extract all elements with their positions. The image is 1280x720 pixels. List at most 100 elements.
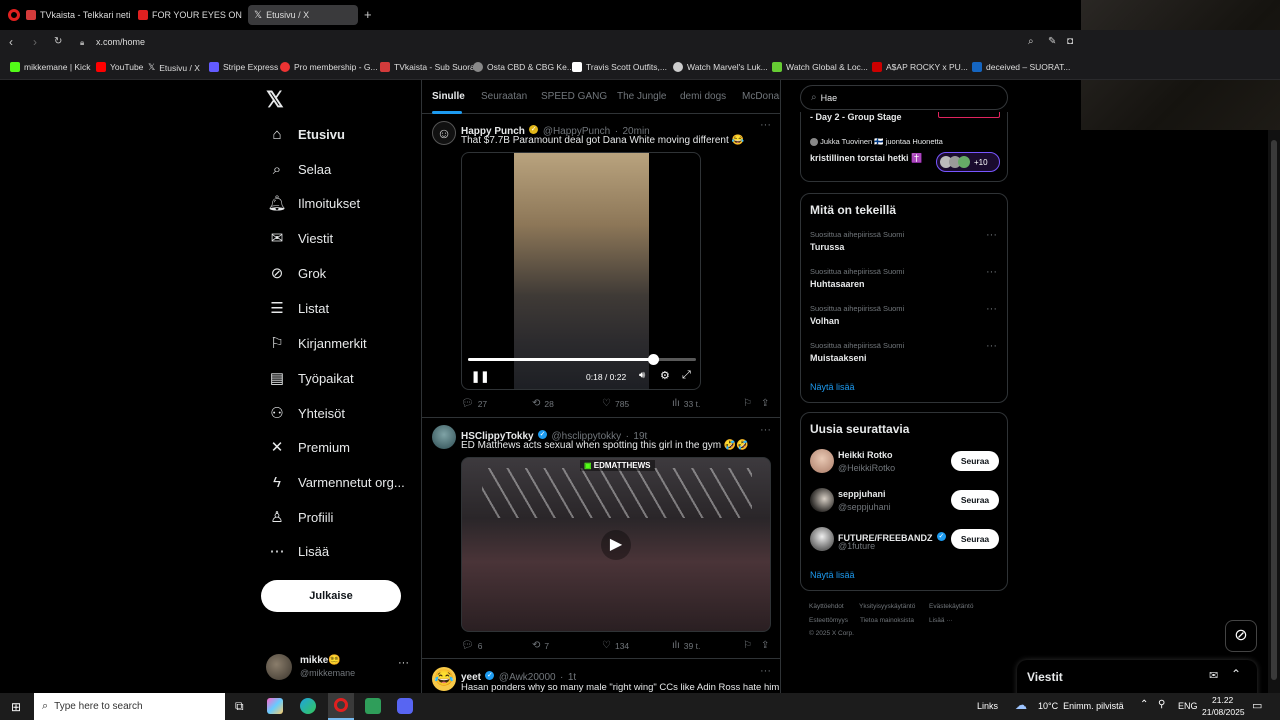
post-button[interactable]: Julkaise bbox=[261, 580, 401, 612]
more-dots-icon[interactable]: ··· bbox=[986, 266, 997, 278]
edge-icon[interactable] bbox=[300, 698, 316, 714]
avatar[interactable] bbox=[810, 488, 834, 512]
more-dots-icon[interactable]: ··· bbox=[760, 665, 771, 677]
sidebar-item-bookmarks[interactable]: ⚐ Kirjanmerkit bbox=[268, 334, 366, 352]
more-dots-icon[interactable]: ··· bbox=[398, 657, 409, 669]
share-icon[interactable]: ⇪ bbox=[761, 640, 769, 651]
new-message-icon[interactable]: ✉ bbox=[1209, 669, 1218, 682]
bookmark-icon[interactable]: ⚐ bbox=[743, 398, 752, 409]
views-button[interactable]: ılı 33 t. bbox=[672, 398, 700, 409]
grok-floating-button[interactable]: ⊘ bbox=[1225, 620, 1257, 652]
tweet[interactable]: HSClippyTokky ✓ @hsclippytokky · 19t ···… bbox=[422, 418, 780, 659]
video-progress-knob[interactable] bbox=[647, 354, 659, 365]
tab-for-you[interactable]: Sinulle bbox=[432, 91, 465, 102]
back-icon[interactable]: ‹ bbox=[9, 35, 13, 49]
sidebar-item-notifications[interactable]: 🔔︎ Ilmoitukset bbox=[267, 194, 360, 212]
tab-mcdonal[interactable]: McDonal bbox=[742, 91, 780, 102]
bookmark-deceived[interactable]: deceived – SUORAT... bbox=[972, 62, 1070, 72]
trend-name[interactable]: Turussa bbox=[810, 242, 844, 252]
page-scrollbar[interactable] bbox=[1268, 130, 1280, 693]
trend-name[interactable]: Volhan bbox=[810, 316, 839, 326]
forward-icon[interactable]: › bbox=[33, 35, 37, 49]
more-dots-icon[interactable]: ··· bbox=[986, 303, 997, 315]
camera-icon[interactable]: ◘ bbox=[1067, 36, 1073, 47]
tab-speed-gang[interactable]: SPEED GANG bbox=[541, 91, 607, 102]
bookmark-global[interactable]: Watch Global & Loc... bbox=[772, 62, 868, 72]
search-page-icon[interactable]: ⌕ bbox=[1028, 36, 1034, 47]
sidebar-item-premium[interactable]: ✕ Premium bbox=[268, 438, 350, 456]
fullscreen-icon[interactable]: ⤢ bbox=[682, 369, 691, 382]
trend-name[interactable]: Huhtasaaren bbox=[810, 279, 865, 289]
sidebar-item-home[interactable]: ⌂ Etusivu bbox=[268, 125, 345, 143]
url-field[interactable]: x.com/home bbox=[96, 37, 145, 47]
more-dots-icon[interactable]: ··· bbox=[986, 340, 997, 352]
opera-logo-icon[interactable] bbox=[8, 9, 20, 21]
pause-icon[interactable]: ❚❚ bbox=[471, 370, 489, 383]
follow-button[interactable]: Seuraa bbox=[951, 490, 999, 510]
follow-name[interactable]: seppjuhani bbox=[838, 489, 886, 499]
footer-link[interactable]: Yksityisyyskäytäntö bbox=[859, 603, 915, 610]
account-switcher[interactable]: mikke😵‍💫 @mikkemane ··· bbox=[266, 652, 412, 682]
sidebar-item-explore[interactable]: ⌕ Selaa bbox=[268, 160, 331, 178]
chevron-up-icon[interactable]: ⌃ bbox=[1140, 699, 1148, 710]
footer-link[interactable]: Tietoa mainoksista bbox=[860, 617, 914, 624]
tab-etusivu-x[interactable]: 𝕏 Etusivu / X bbox=[248, 5, 358, 25]
more-dots-icon[interactable]: ··· bbox=[760, 424, 771, 436]
avatar[interactable] bbox=[432, 425, 456, 449]
bookmark-pro-membership[interactable]: Pro membership - G... bbox=[280, 62, 378, 72]
reply-button[interactable]: 💬︎ 27 bbox=[461, 398, 487, 409]
play-button[interactable]: ▶ bbox=[601, 530, 631, 560]
sidebar-item-grok[interactable]: ⊘ Grok bbox=[268, 264, 326, 282]
opera-icon[interactable] bbox=[328, 693, 354, 720]
app-icon[interactable] bbox=[365, 698, 381, 714]
tab-following[interactable]: Seuraatan bbox=[481, 91, 527, 102]
links-toolbar[interactable]: Links bbox=[977, 701, 998, 711]
follow-name[interactable]: Heikki Rotko bbox=[838, 450, 893, 460]
clock-date[interactable]: 21/08/2025 bbox=[1202, 707, 1245, 717]
space-host[interactable]: Jukka Tuovinen 🇫🇮 juontaa Huonetta bbox=[820, 137, 943, 146]
sidebar-item-communities[interactable]: ⚇ Yhteisöt bbox=[268, 404, 345, 422]
trend-name[interactable]: Muistaakseni bbox=[810, 353, 867, 363]
bookmark-stripe[interactable]: Stripe Express bbox=[209, 62, 278, 72]
video-thumbnail[interactable]: ▣ EDMATTHEWS ▶ bbox=[461, 457, 771, 632]
show-more-link[interactable]: Näytä lisää bbox=[810, 570, 855, 580]
repost-button[interactable]: ⟲ 7 bbox=[532, 640, 549, 651]
notification-icon[interactable]: ▭ bbox=[1252, 699, 1262, 712]
repost-button[interactable]: ⟲ 28 bbox=[532, 398, 554, 409]
bookmark-cbd[interactable]: Osta CBD & CBG Ke... bbox=[473, 62, 574, 72]
bookmark-asap-rocky[interactable]: A$AP ROCKY x PU... bbox=[872, 62, 968, 72]
bookmark-marvel[interactable]: Watch Marvel's Luk... bbox=[673, 62, 768, 72]
language-indicator[interactable]: ENG bbox=[1178, 701, 1198, 711]
share-icon[interactable]: ⇪ bbox=[761, 398, 769, 409]
bookmark-tvkaista[interactable]: TVkaista - Sub Suora bbox=[380, 62, 475, 72]
bookmark-kick[interactable]: mikkemane | Kick bbox=[10, 62, 90, 72]
more-dots-icon[interactable]: ··· bbox=[986, 229, 997, 241]
bookmark-etusivu-x[interactable]: 𝕏 Etusivu / X bbox=[148, 62, 200, 73]
settings-gear-icon[interactable]: ⚙ bbox=[660, 369, 670, 382]
reload-icon[interactable]: ↻ bbox=[54, 36, 62, 47]
event-title[interactable]: - Day 2 - Group Stage bbox=[810, 112, 902, 122]
taskbar-search-input[interactable]: ⌕ Type here to search bbox=[34, 693, 225, 720]
tab-tvkaista[interactable]: TVkaista - Telkkari netissä bbox=[26, 5, 130, 25]
task-view-icon[interactable]: ⧉ bbox=[235, 699, 244, 714]
x-logo[interactable]: 𝕏 bbox=[266, 87, 284, 113]
bookmark-travis-scott[interactable]: Travis Scott Outfits,... bbox=[572, 62, 667, 72]
like-button[interactable]: ♡ 134 bbox=[602, 640, 629, 651]
sidebar-item-lists[interactable]: ☰ Listat bbox=[268, 299, 329, 317]
app-icon[interactable] bbox=[267, 698, 283, 714]
network-icon[interactable]: ⚲ bbox=[1158, 699, 1165, 710]
sidebar-item-more[interactable]: ⋯ Lisää bbox=[268, 542, 330, 560]
tab-demi-dogs[interactable]: demi dogs bbox=[680, 91, 726, 102]
footer-link[interactable]: Evästekäytäntö bbox=[929, 603, 973, 610]
reply-button[interactable]: 💬︎ 6 bbox=[461, 640, 482, 651]
scrollbar-thumb[interactable] bbox=[1271, 140, 1277, 680]
chevron-up-icon[interactable]: ⌃ bbox=[1231, 667, 1241, 681]
space-title[interactable]: kristillinen torstai hetki ✝️ bbox=[810, 153, 930, 164]
bookmark-icon[interactable]: ⚐ bbox=[743, 640, 752, 651]
sidebar-item-verified-orgs[interactable]: ϟ Varmennetut org... bbox=[268, 473, 405, 491]
footer-link[interactable]: Esteettömyys bbox=[809, 617, 848, 624]
space-listeners[interactable]: +10 bbox=[936, 152, 1000, 172]
sidebar-item-messages[interactable]: ✉ Viestit bbox=[268, 229, 333, 247]
volume-icon[interactable]: 🔊︎ bbox=[639, 370, 645, 381]
avatar[interactable] bbox=[810, 449, 834, 473]
